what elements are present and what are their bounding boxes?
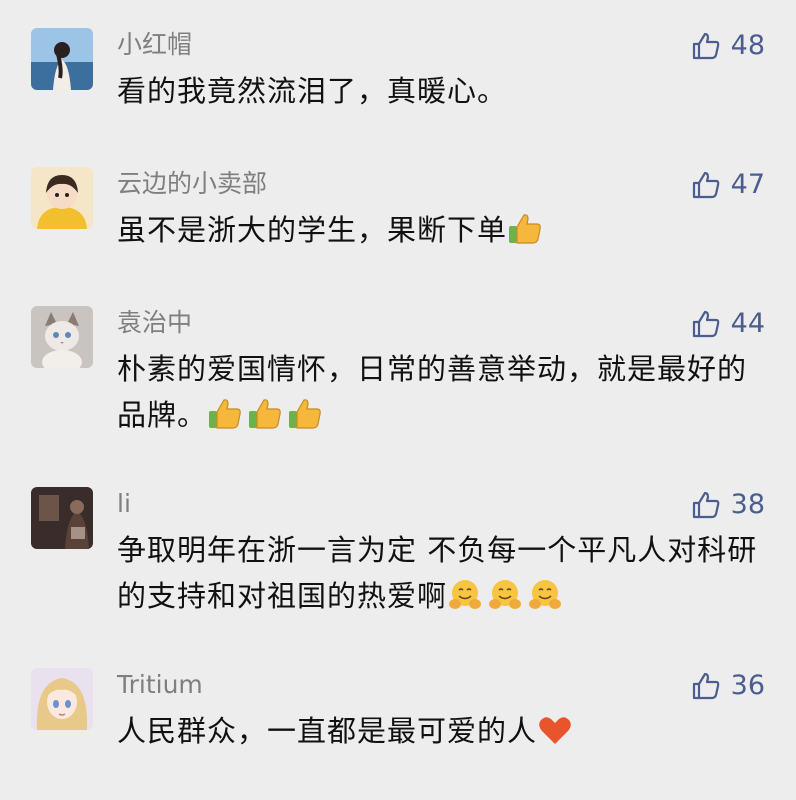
thumbs-up-emoji-icon xyxy=(207,397,243,431)
avatar[interactable] xyxy=(31,28,93,90)
like-button[interactable]: 38 xyxy=(691,489,765,521)
like-button[interactable]: 36 xyxy=(691,670,765,702)
child-in-yellow-avatar-icon xyxy=(31,167,93,229)
anime-girl-avatar-icon xyxy=(31,668,93,730)
hugging-face-emoji-icon xyxy=(447,578,483,612)
thumbs-up-outline-icon xyxy=(692,672,719,700)
like-count: 38 xyxy=(730,489,765,520)
dark-room-avatar-icon xyxy=(31,487,93,549)
commenter-name[interactable]: 袁治中 xyxy=(117,308,192,338)
like-count: 48 xyxy=(730,30,765,61)
comment-text: 朴素的爱国情怀，日常的善意举动，就是最好的品牌。 xyxy=(117,346,767,438)
commenter-name[interactable]: 小红帽 xyxy=(117,30,192,60)
commenter-name[interactable]: Tritium xyxy=(117,670,203,700)
comment-text-content: 虽不是浙大的学生，果断下单 xyxy=(117,213,508,247)
thumbs-up-emoji-icon xyxy=(287,397,323,431)
like-button[interactable]: 44 xyxy=(691,308,765,340)
thumbs-up-emoji-icon xyxy=(507,212,543,246)
commenter-name[interactable]: 云边的小卖部 xyxy=(117,169,267,199)
like-button[interactable]: 48 xyxy=(691,30,765,62)
comment-text-content: 争取明年在浙一言为定 不负每一个平凡人对科研的支持和对祖国的热爱啊 xyxy=(117,533,758,613)
girl-at-sea-avatar-icon xyxy=(31,28,93,90)
avatar[interactable] xyxy=(31,306,93,368)
comment-text: 虽不是浙大的学生，果断下单 xyxy=(117,207,767,253)
like-count: 44 xyxy=(730,308,765,339)
comment-text-content: 看的我竟然流泪了，真暖心。 xyxy=(117,74,508,108)
red-heart-emoji-icon xyxy=(537,713,573,747)
thumbs-up-outline-icon xyxy=(692,310,719,338)
thumbs-up-emoji-icon xyxy=(247,397,283,431)
avatar[interactable] xyxy=(31,668,93,730)
like-count: 36 xyxy=(730,670,765,701)
thumbs-up-outline-icon xyxy=(692,491,719,519)
cat-avatar-icon xyxy=(31,306,93,368)
commenter-name[interactable]: li xyxy=(117,489,131,519)
avatar[interactable] xyxy=(31,167,93,229)
hugging-face-emoji-icon xyxy=(527,578,563,612)
thumbs-up-outline-icon xyxy=(692,171,719,199)
like-count: 47 xyxy=(730,169,765,200)
thumbs-up-outline-icon xyxy=(692,32,719,60)
comment-text-content: 人民群众，一直都是最可爱的人 xyxy=(117,714,538,748)
comment-text: 争取明年在浙一言为定 不负每一个平凡人对科研的支持和对祖国的热爱啊 xyxy=(117,527,767,619)
avatar[interactable] xyxy=(31,487,93,549)
comment-text: 看的我竟然流泪了，真暖心。 xyxy=(117,68,767,114)
like-button[interactable]: 47 xyxy=(691,169,765,201)
hugging-face-emoji-icon xyxy=(487,578,523,612)
comment-text: 人民群众，一直都是最可爱的人 xyxy=(117,708,767,754)
